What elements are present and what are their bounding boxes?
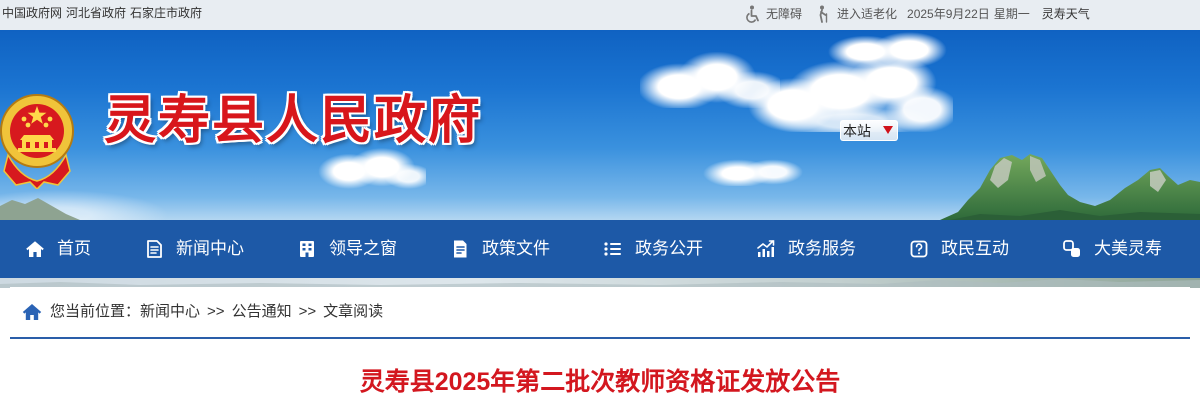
nav-item-label: 首页 [57,239,91,258]
breadcrumb-link-article[interactable]: 文章阅读 [323,302,383,322]
accessibility-label: 无障碍 [766,7,803,21]
nav-item-label: 政务公开 [635,239,703,258]
home-icon-svg [26,241,44,257]
top-links: 中国政府网 河北省政府 石家庄市政府 [2,5,202,21]
nav-item-leadership[interactable]: 领导之窗 [297,239,397,259]
nav-item-label: 领导之窗 [329,239,397,258]
site-title: 灵寿县人民政府 [104,90,483,151]
banner: 灵寿县人民政府 本站 [0,30,1200,220]
weather-link[interactable]: 灵寿天气 [1042,6,1090,22]
building-icon-svg [300,241,314,257]
wheelchair-icon [745,5,761,23]
content-area: 您当前位置： 新闻中心 >> 公告通知 >> 文章阅读 灵寿县2025年第二批次… [10,287,1190,400]
link-shijiazhuang-gov[interactable]: 石家庄市政府 [130,5,202,21]
link-hebei-gov[interactable]: 河北省政府 [66,5,126,21]
newspaper-icon-svg [147,240,162,258]
main-nav: 首页 新闻中心 领导之窗 政策文件 政务公开 政务服务 政民互动 大美灵寿 [0,220,1200,278]
nav-item-disclosure[interactable]: 政务公开 [603,239,703,259]
search-scope-select[interactable]: 本站 [840,120,898,141]
current-date: 2025年9月22日 [907,7,990,21]
breadcrumb-divider [10,337,1190,339]
article-title: 灵寿县2025年第二批次教师资格证发放公告 [359,368,841,396]
national-emblem-icon [0,94,74,189]
document-icon [450,239,470,259]
page: 中国政府网 河北省政府 石家庄市政府 无障碍 进入适老化 2025年9月22日 … [0,0,1200,400]
elderly-mode-label: 进入适老化 [837,7,898,21]
breadcrumb-separator: >> [298,303,317,320]
home-icon [25,239,45,259]
nav-item-label: 政策文件 [482,239,550,258]
dropdown-caret-icon [883,126,893,134]
nav-item-interaction[interactable]: 政民互动 [909,239,1009,259]
current-weekday: 星期一 [993,7,1030,21]
left-hills [0,198,80,220]
link-gov-cn[interactable]: 中国政府网 [2,5,62,21]
elderly-icon [816,5,832,23]
breadcrumb-prefix: 您当前位置： [50,303,141,320]
breadcrumb-link-news[interactable]: 新闻中心 [140,302,200,322]
nav-item-label: 新闻中心 [176,239,244,258]
top-bar: 中国政府网 河北省政府 石家庄市政府 无障碍 进入适老化 2025年9月22日 … [0,0,1200,30]
top-utilities: 无障碍 进入适老化 2025年9月22日 星期一 灵寿天气 [745,4,1090,24]
question-icon [909,239,929,259]
breadcrumb-home-icon-svg [22,304,42,320]
list-icon-svg [604,242,621,256]
nav-item-home[interactable]: 首页 [25,239,91,259]
list-icon [603,239,623,259]
wheelchair-icon-svg [746,5,759,23]
breadcrumb-separator: >> [207,303,225,320]
document-icon-svg [454,240,467,258]
nav-item-services[interactable]: 政务服务 [756,239,856,259]
nav-item-label: 政务服务 [788,239,856,258]
question-icon-svg [910,240,928,258]
nav-item-label: 政民互动 [941,239,1009,258]
building-icon [297,239,317,259]
search-scope-value: 本站 [843,122,871,139]
scenery-icon [1062,239,1082,259]
nav-item-scenery[interactable]: 大美灵寿 [1062,239,1162,259]
home-icon [22,303,42,321]
nav-item-policy[interactable]: 政策文件 [450,239,550,259]
newspaper-icon [144,239,164,259]
breadcrumb-link-notices[interactable]: 公告通知 [232,302,292,322]
nav-item-news[interactable]: 新闻中心 [144,239,244,259]
breadcrumb: 您当前位置： 新闻中心 >> 公告通知 >> 文章阅读 [22,302,383,322]
accessibility-link[interactable]: 无障碍 [745,5,802,23]
elderly-mode-link[interactable]: 进入适老化 [816,5,897,23]
chart-icon [756,239,776,259]
elderly-icon-svg [819,5,828,23]
nav-item-label: 大美灵寿 [1094,239,1162,258]
scenery-icon-svg [1063,240,1080,257]
chart-icon-svg [757,240,775,257]
